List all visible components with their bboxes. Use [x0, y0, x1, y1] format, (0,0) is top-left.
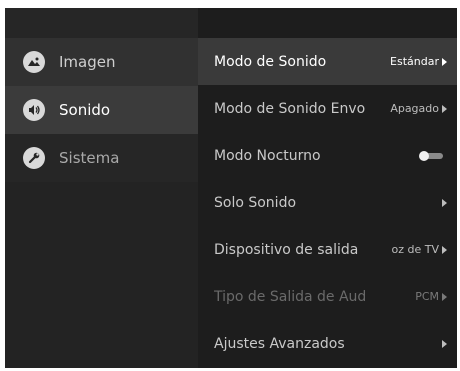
sidebar: Imagen Sonido Sistema: [5, 8, 198, 368]
wrench-icon: [23, 147, 45, 169]
night-mode-toggle[interactable]: [419, 150, 443, 161]
setting-value: oz de TV: [391, 243, 440, 256]
chevron-right-icon: [442, 245, 447, 254]
setting-value: PCM: [415, 290, 439, 303]
sidebar-item-label: Imagen: [59, 53, 116, 71]
setting-label: Modo de Sonido: [214, 53, 327, 70]
sidebar-item-sistema[interactable]: Sistema: [5, 134, 198, 182]
setting-label: Modo Nocturno: [214, 147, 321, 164]
chevron-right-icon: [442, 292, 447, 301]
chevron-right-icon: [442, 339, 447, 348]
chevron-right-icon: [442, 104, 447, 113]
setting-row-modo-de-sonido-envolvente[interactable]: Modo de Sonido Envo Apagado: [198, 85, 457, 132]
chevron-right-icon: [442, 198, 447, 207]
sidebar-item-label: Sonido: [59, 101, 111, 119]
setting-row-dispositivo-de-salida[interactable]: Dispositivo de salida oz de TV: [198, 226, 457, 273]
setting-label: Ajustes Avanzados: [214, 335, 345, 352]
sound-settings-list: Modo de Sonido Estándar Modo de Sonido E…: [198, 8, 457, 368]
setting-row-modo-de-sonido[interactable]: Modo de Sonido Estándar: [198, 38, 457, 85]
setting-row-solo-sonido[interactable]: Solo Sonido: [198, 179, 457, 226]
setting-label: Dispositivo de salida: [214, 241, 359, 258]
setting-row-ajustes-avanzados[interactable]: Ajustes Avanzados: [198, 320, 457, 367]
setting-value: Estándar: [390, 55, 439, 68]
sidebar-item-sonido[interactable]: Sonido: [5, 86, 198, 134]
sidebar-item-imagen[interactable]: Imagen: [5, 38, 198, 86]
setting-label: Tipo de Salida de Aud: [214, 288, 367, 305]
settings-screen: Imagen Sonido Sistema Modo de Sonido Est…: [5, 8, 457, 368]
setting-label: Solo Sonido: [214, 194, 297, 211]
sidebar-item-label: Sistema: [59, 149, 120, 167]
speaker-icon: [23, 99, 45, 121]
setting-row-tipo-de-salida-de-audio: Tipo de Salida de Aud PCM: [198, 273, 457, 320]
setting-value: Apagado: [390, 102, 439, 115]
setting-label: Modo de Sonido Envo: [214, 100, 366, 117]
image-icon: [23, 51, 45, 73]
setting-row-modo-nocturno[interactable]: Modo Nocturno: [198, 132, 457, 179]
chevron-right-icon: [442, 57, 447, 66]
